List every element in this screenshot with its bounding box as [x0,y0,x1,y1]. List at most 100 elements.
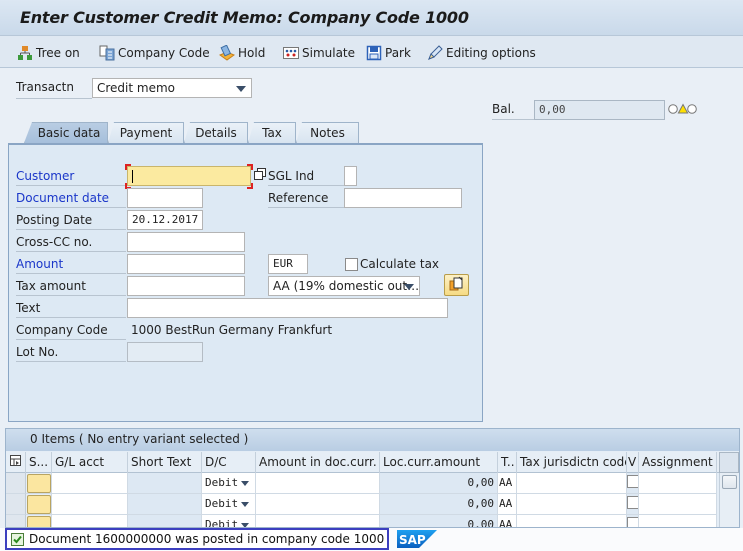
title-bar: Enter Customer Credit Memo: Company Code… [0,0,743,36]
column-header-dc[interactable]: D/C [202,452,256,473]
tab-basic-data[interactable]: Basic data [24,122,108,143]
status-button[interactable] [27,516,51,527]
currency-input[interactable]: EUR [268,254,308,274]
status-button[interactable] [27,495,51,514]
editing-options-button[interactable]: Editing options [427,44,536,62]
short-text-cell [128,473,202,494]
column-header-tax[interactable]: T.. [498,452,517,473]
assignment-cell[interactable] [639,515,717,527]
cross-cc-input[interactable] [127,232,245,252]
status-button[interactable] [27,474,51,493]
sgl-ind-label: SGL Ind [268,169,344,186]
column-header-status[interactable]: S... [26,452,52,473]
assignment-cell[interactable] [639,473,717,494]
scrollbar-thumb[interactable] [722,475,737,489]
column-header-gl-acct[interactable]: G/L acct [52,452,128,473]
amount-doc-cell[interactable] [256,494,380,515]
tab-payment[interactable]: Payment [108,122,184,143]
calculate-tax-checkbox[interactable] [345,258,358,271]
gl-acct-cell[interactable] [52,473,128,494]
status-bar: Document 1600000000 was posted in compan… [0,528,743,551]
amount-doc-cell[interactable] [256,473,380,494]
tax-jurisdiction-cell[interactable] [517,473,627,494]
row-status[interactable] [26,515,52,527]
text-cursor [132,170,133,183]
status-message-text: Document 1600000000 was posted in compan… [29,532,385,546]
simulate-button[interactable]: Simulate [283,44,355,62]
dc-cell[interactable]: Debit [202,515,256,527]
loc-amount-cell: 0,00 [380,515,498,527]
text-label: Text [16,301,126,318]
application-toolbar: Tree on Company Code Hold Simulate Park … [0,36,743,68]
transaction-label: Transactn [16,80,92,99]
table-row: Debit 0,00 AA [6,473,739,494]
tax-amount-label: Tax amount [16,279,126,296]
row-selector[interactable] [6,515,26,527]
dc-cell[interactable]: Debit [202,494,256,515]
assignment-cell[interactable] [639,494,717,515]
amount-label[interactable]: Amount [16,257,126,274]
column-header-short-text[interactable]: Short Text [128,452,202,473]
column-header-tax-jurisdiction[interactable]: Tax jurisdictn code [517,452,627,473]
amount-input[interactable] [127,254,245,274]
tax-jurisdiction-cell[interactable] [517,515,627,527]
transaction-dropdown[interactable]: Credit memo [92,78,252,98]
v-cell[interactable] [627,473,639,494]
tax-amount-input[interactable] [127,276,245,296]
column-header-loc-amount[interactable]: Loc.curr.amount [380,452,498,473]
tab-tax[interactable]: Tax [248,122,296,143]
hold-button[interactable]: Hold [218,44,265,62]
row-status[interactable] [26,473,52,494]
save-icon [366,45,382,61]
chevron-down-icon [241,502,249,507]
document-date-input[interactable] [127,188,203,208]
company-code-button[interactable]: Company Code [99,44,210,62]
row-selector[interactable] [6,494,26,515]
tax-code-cell[interactable]: AA [498,515,517,527]
park-button[interactable]: Park [366,44,411,62]
column-header-v[interactable]: V [627,452,639,473]
column-config-icon[interactable] [6,452,26,473]
company-code-icon [99,45,115,61]
focus-corner [125,164,131,170]
company-code-label: Company Code [118,46,210,60]
row-selector[interactable] [6,473,26,494]
company-code-field-label: Company Code [16,323,126,340]
customer-label[interactable]: Customer [16,169,126,186]
column-header-assignment[interactable]: Assignment [639,452,717,473]
gl-acct-cell[interactable] [52,494,128,515]
posting-date-input[interactable]: 20.12.2017 [127,210,203,230]
document-date-label[interactable]: Document date [16,191,126,208]
v-cell[interactable] [627,515,639,527]
vertical-scrollbar[interactable] [719,473,739,527]
v-checkbox[interactable] [627,517,638,527]
row-status[interactable] [26,494,52,515]
chevron-down-icon [236,86,246,92]
tax-code-cell[interactable]: AA [498,494,517,515]
tab-notes[interactable]: Notes [296,122,359,143]
lot-no-input [127,342,203,362]
sgl-ind-input[interactable] [344,166,357,186]
short-text-cell [128,515,202,527]
sap-logo: SAP [397,530,437,548]
tax-jurisdiction-cell[interactable] [517,494,627,515]
search-help-icon[interactable] [253,167,267,181]
status-message[interactable]: Document 1600000000 was posted in compan… [5,528,389,550]
loc-amount-cell: 0,00 [380,494,498,515]
items-grid-title: 0 Items ( No entry variant selected ) [6,429,739,451]
v-checkbox[interactable] [627,475,638,488]
text-input[interactable] [127,298,448,318]
tax-code-cell[interactable]: AA [498,473,517,494]
reference-input[interactable] [344,188,462,208]
gl-acct-cell[interactable] [52,515,128,527]
v-cell[interactable] [627,494,639,515]
amount-doc-cell[interactable] [256,515,380,527]
tax-code-dropdown[interactable]: AA (19% domestic out… [268,276,420,296]
column-header-amount-doc[interactable]: Amount in doc.curr. [256,452,380,473]
v-checkbox[interactable] [627,496,638,509]
dc-cell[interactable]: Debit [202,473,256,494]
tab-details[interactable]: Details [184,122,248,143]
customer-input[interactable] [127,166,251,186]
tax-details-button[interactable] [444,274,469,296]
tree-on-button[interactable]: Tree on [17,44,80,62]
